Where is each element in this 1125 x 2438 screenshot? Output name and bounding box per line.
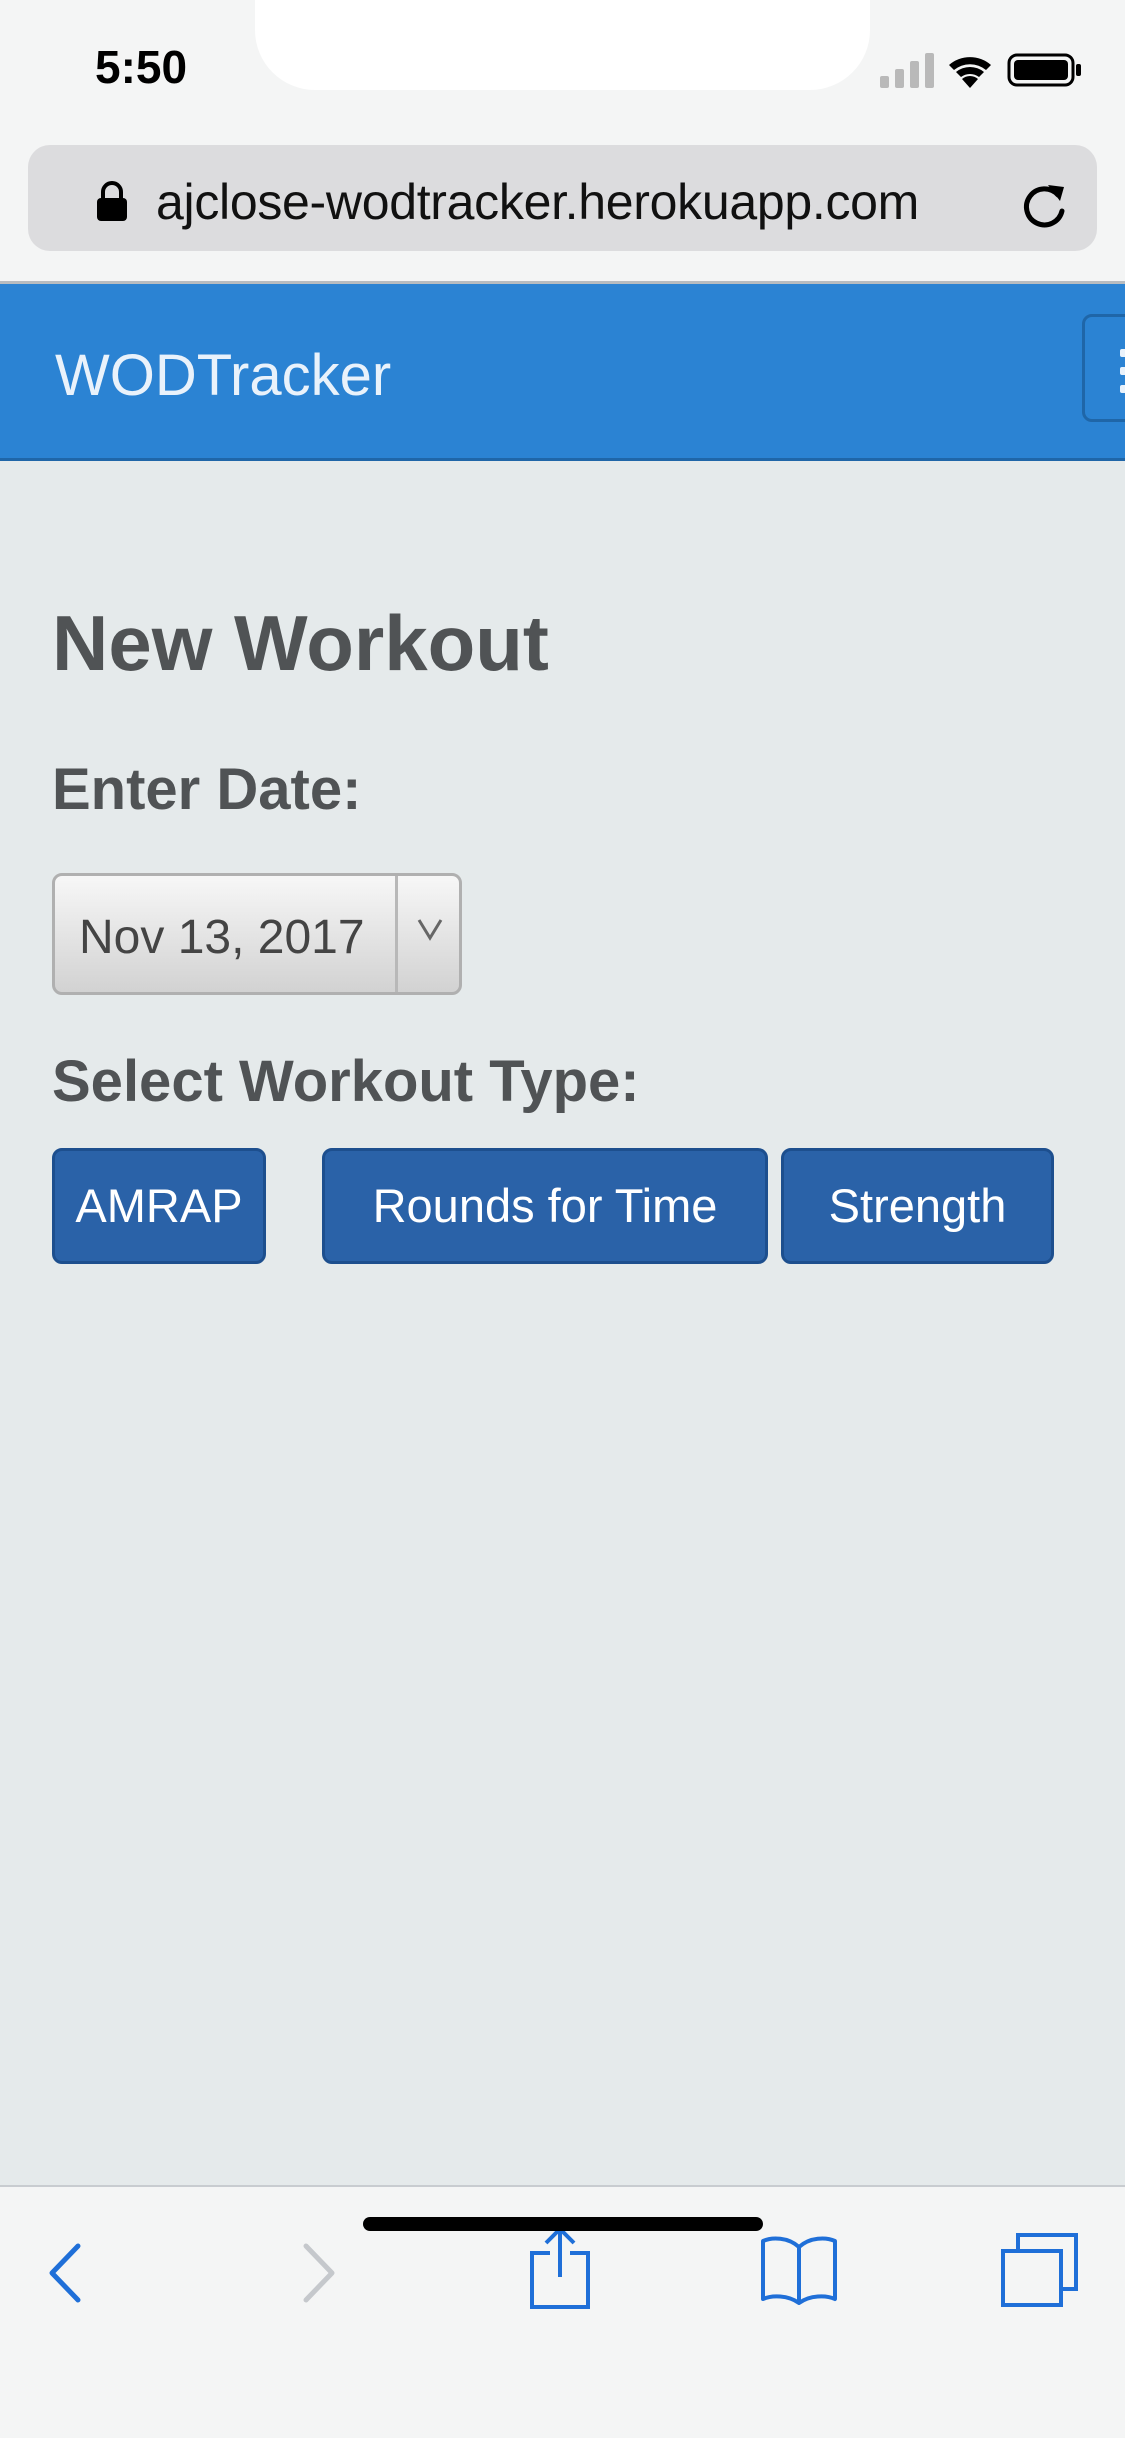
url-field[interactable]: ajclose-wodtracker.herokuapp.com xyxy=(28,145,1097,251)
browser-address-bar: ajclose-wodtracker.herokuapp.com xyxy=(0,135,1125,284)
back-icon[interactable] xyxy=(46,2242,86,2309)
status-bar: 5:50 xyxy=(0,0,1125,135)
chevron-down-icon xyxy=(417,919,443,941)
home-indicator xyxy=(363,2217,763,2231)
menu-bar xyxy=(1120,367,1125,375)
menu-bar xyxy=(1120,385,1125,393)
lock-icon xyxy=(96,181,128,221)
page-title: New Workout xyxy=(52,599,549,687)
date-select[interactable]: Nov 13, 2017 xyxy=(52,873,462,995)
rounds-for-time-button[interactable]: Rounds for Time xyxy=(322,1148,768,1264)
app-navbar: WODTracker xyxy=(0,284,1125,461)
status-time: 5:50 xyxy=(95,41,188,93)
device-notch xyxy=(255,0,870,90)
bookmarks-icon[interactable] xyxy=(760,2233,838,2310)
date-value: Nov 13, 2017 xyxy=(79,911,365,964)
wifi-icon xyxy=(949,57,991,88)
battery-icon xyxy=(1007,53,1081,87)
date-label: Enter Date: xyxy=(52,757,362,822)
date-dropdown-toggle[interactable] xyxy=(395,876,459,992)
tabs-icon[interactable] xyxy=(1000,2233,1080,2314)
brand-link[interactable]: WODTracker xyxy=(55,342,391,409)
strength-button[interactable]: Strength xyxy=(781,1148,1054,1264)
menu-bar xyxy=(1120,349,1125,357)
url-text: ajclose-wodtracker.herokuapp.com xyxy=(156,174,920,230)
cellular-signal-icon xyxy=(880,53,934,88)
status-icons xyxy=(878,50,1088,90)
amrap-button[interactable]: AMRAP xyxy=(52,1148,266,1264)
forward-icon[interactable] xyxy=(298,2242,338,2309)
share-icon[interactable] xyxy=(528,2225,592,2314)
menu-toggle-button[interactable] xyxy=(1082,314,1125,422)
reload-icon[interactable] xyxy=(1020,179,1070,231)
workout-type-label: Select Workout Type: xyxy=(52,1049,640,1114)
